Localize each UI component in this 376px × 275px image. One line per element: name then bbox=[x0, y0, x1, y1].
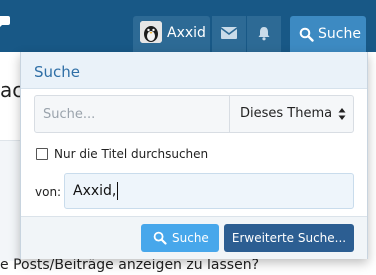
avatar bbox=[140, 21, 162, 43]
bell-icon bbox=[257, 26, 271, 41]
advanced-search-label: Erweiterte Suche... bbox=[231, 231, 347, 245]
text-caret bbox=[117, 182, 118, 200]
from-member-field[interactable]: Axxid, bbox=[64, 173, 354, 209]
search-menu: Suche Dieses Thema Nur die Titel durchsu… bbox=[20, 52, 368, 259]
from-member-value: Axxid, bbox=[73, 183, 117, 199]
titles-only-checkbox[interactable] bbox=[36, 148, 48, 160]
magnifier-icon bbox=[153, 231, 167, 245]
search-tab[interactable]: Suche bbox=[290, 16, 366, 52]
page-content-fragment bbox=[0, 140, 20, 261]
from-label: von: bbox=[35, 185, 62, 199]
search-box: Dieses Thema bbox=[34, 95, 354, 133]
inbox-button[interactable] bbox=[212, 16, 246, 52]
search-menu-footer: Suche Erweiterte Suche... bbox=[21, 216, 367, 259]
page-title-fragment: ac bbox=[0, 78, 20, 102]
advanced-search-button[interactable]: Erweiterte Suche... bbox=[224, 224, 354, 252]
titles-only-label: Nur die Titel durchsuchen bbox=[54, 147, 209, 161]
search-tab-label: Suche bbox=[318, 26, 361, 42]
account-name: Axxid bbox=[167, 25, 206, 41]
search-input[interactable] bbox=[35, 96, 228, 132]
alerts-button[interactable] bbox=[247, 16, 281, 52]
select-arrows-icon bbox=[338, 106, 346, 122]
envelope-icon bbox=[221, 27, 237, 39]
search-button-label: Suche bbox=[172, 231, 209, 245]
search-button[interactable]: Suche bbox=[141, 224, 219, 252]
search-menu-title: Suche bbox=[34, 63, 81, 81]
search-scope-select[interactable]: Dieses Thema bbox=[229, 96, 353, 132]
magnifier-icon bbox=[299, 27, 314, 42]
search-scope-value: Dieses Thema bbox=[240, 106, 333, 121]
top-navigation-bar: Axxid Suche bbox=[0, 0, 376, 52]
chat-bubbles-icon[interactable] bbox=[0, 14, 16, 34]
account-menu[interactable]: Axxid bbox=[133, 16, 210, 52]
search-menu-header: Suche bbox=[21, 52, 367, 89]
